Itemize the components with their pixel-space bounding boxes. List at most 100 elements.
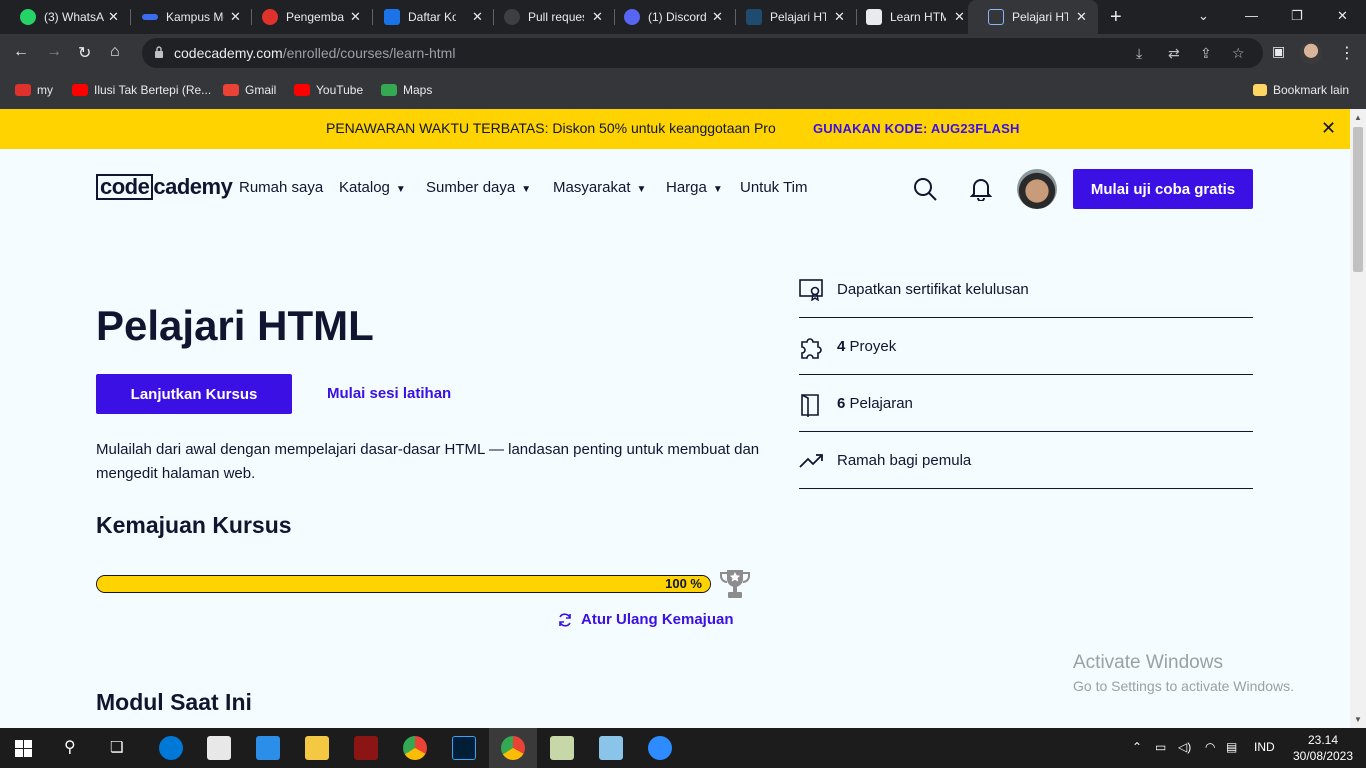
nav-untuk-tim[interactable]: Untuk Tim	[740, 179, 808, 196]
menu-kebab-icon[interactable]: ⋮	[1339, 43, 1355, 63]
windows-start-icon[interactable]	[15, 740, 32, 757]
bell-icon[interactable]	[970, 177, 992, 201]
tab-pull-requests[interactable]: Pull requests ✕	[484, 0, 614, 34]
home-icon[interactable]: ⌂	[110, 43, 120, 61]
notification-icon[interactable]: ▤	[1226, 740, 1237, 754]
page-icon	[988, 9, 1004, 25]
task-view-icon[interactable]: ❏	[110, 738, 123, 756]
kampus-merdeka-icon	[142, 14, 158, 20]
course-description: Mulailah dari awal dengan mempelajari da…	[96, 441, 760, 482]
tab-daftar-kode[interactable]: Daftar Kode ✕	[364, 0, 494, 34]
tab-whatsapp[interactable]: (3) WhatsApp ✕	[0, 0, 130, 34]
tray-chevron-icon[interactable]: ⌃	[1132, 740, 1142, 754]
side-panel-icon[interactable]: ▣	[1272, 43, 1285, 60]
tab-kampus-merdeka[interactable]: Kampus Merdeka ✕	[122, 0, 252, 34]
nav-masyarakat[interactable]: Masyarakat ▼	[553, 179, 646, 196]
nav-katalog[interactable]: Katalog ▼	[339, 179, 406, 196]
scroll-up-icon[interactable]: ▲	[1354, 113, 1362, 122]
other-bookmarks[interactable]: Bookmark lain	[1253, 83, 1349, 97]
system-clock[interactable]: 23.14 30/08/2023	[1290, 732, 1356, 764]
wifi-icon[interactable]: ◠	[1205, 740, 1215, 754]
bookmark-youtube[interactable]: YouTube	[294, 83, 363, 97]
close-tab-icon[interactable]: ✕	[1076, 9, 1087, 25]
back-icon[interactable]: ←	[13, 43, 29, 61]
battery-icon[interactable]: ▭	[1155, 740, 1166, 754]
file-explorer-icon[interactable]	[305, 736, 329, 760]
nav-rumah-saya[interactable]: Rumah saya	[239, 179, 323, 196]
nav-harga[interactable]: Harga ▼	[666, 179, 723, 196]
progress-heading: Kemajuan Kursus	[96, 512, 292, 538]
close-tab-icon[interactable]: ✕	[592, 9, 603, 25]
user-avatar[interactable]	[1017, 169, 1057, 209]
vscode-icon[interactable]	[256, 736, 280, 760]
bookmark-my[interactable]: my	[15, 83, 53, 97]
close-promo-icon[interactable]: ✕	[1321, 118, 1336, 139]
page-scrollbar[interactable]: ▲ ▼	[1350, 109, 1366, 728]
close-tab-icon[interactable]: ✕	[472, 9, 483, 25]
bookmark-maps[interactable]: Maps	[381, 83, 432, 97]
scrollbar-thumb[interactable]	[1353, 127, 1363, 272]
bookmark-gmail[interactable]: Gmail	[223, 83, 276, 97]
share-icon[interactable]: ⇪	[1200, 45, 1212, 62]
whatsapp-icon	[20, 9, 36, 25]
flash-icon[interactable]	[354, 736, 378, 760]
tab-title: Pelajari HTML	[1012, 10, 1068, 24]
edge-icon[interactable]	[159, 736, 183, 760]
close-window-button[interactable]: ✕	[1337, 8, 1348, 24]
tab-learn-html[interactable]: Learn HTML ✕	[846, 0, 976, 34]
reset-progress-button[interactable]: Atur Ulang Kemajuan	[557, 611, 734, 628]
close-tab-icon[interactable]: ✕	[834, 9, 845, 25]
forward-icon[interactable]: →	[46, 43, 62, 61]
chrome-icon[interactable]	[403, 736, 427, 760]
url-text: codecademy.com/enrolled/courses/learn-ht…	[174, 45, 456, 61]
caret-down-icon: ▼	[636, 184, 647, 195]
profile-avatar[interactable]	[1300, 42, 1322, 64]
continue-course-button[interactable]: Lanjutkan Kursus	[96, 374, 292, 414]
volume-icon[interactable]: ◁)	[1178, 740, 1191, 754]
tab-pengembangan[interactable]: Pengembangan ✕	[242, 0, 372, 34]
search-icon[interactable]	[913, 177, 937, 201]
close-tab-icon[interactable]: ✕	[230, 9, 241, 25]
search-icon[interactable]: ⚲	[64, 737, 76, 757]
reload-icon[interactable]: ↻	[78, 43, 91, 63]
language-indicator[interactable]: IND	[1254, 740, 1275, 754]
codecademy-logo[interactable]: code cademy	[96, 173, 233, 200]
watermark-subtitle: Go to Settings to activate Windows.	[1073, 678, 1294, 694]
close-tab-icon[interactable]: ✕	[954, 9, 965, 25]
close-tab-icon[interactable]: ✕	[712, 9, 723, 25]
tab-active-pelajari-html[interactable]: Pelajari HTML ✕	[968, 0, 1098, 34]
course-progress-bar: 100 %	[96, 575, 711, 593]
bookmark-star-icon[interactable]: ☆	[1232, 45, 1245, 62]
zoom-icon[interactable]	[648, 736, 672, 760]
minimize-button[interactable]: —	[1245, 8, 1258, 23]
install-app-icon[interactable]: ⤓	[1136, 45, 1142, 62]
scroll-down-icon[interactable]: ▼	[1354, 715, 1362, 724]
nav-sumber-daya[interactable]: Sumber daya ▼	[426, 179, 531, 196]
restore-button[interactable]: ❐	[1291, 8, 1303, 24]
watermark-title: Activate Windows	[1073, 652, 1223, 673]
photoshop-icon[interactable]	[452, 736, 476, 760]
clock-time: 23.14	[1307, 733, 1339, 747]
tab-pelajari-html[interactable]: Pelajari HTML ✕	[726, 0, 856, 34]
lock-icon[interactable]	[154, 46, 164, 58]
start-practice-link[interactable]: Mulai sesi latihan	[327, 385, 451, 402]
tab-title: Daftar Kode	[408, 10, 456, 24]
promo-code[interactable]: GUNAKAN KODE: AUG23FLASH	[813, 121, 1020, 136]
close-tab-icon[interactable]: ✕	[350, 9, 361, 25]
app-icon[interactable]	[599, 736, 623, 760]
trophy-icon	[720, 570, 750, 598]
bookmark-ilusi[interactable]: Ilusi Tak Bertepi (Re...	[72, 83, 211, 97]
store-icon[interactable]	[207, 736, 231, 760]
reset-progress-label: Atur Ulang Kemajuan	[581, 611, 734, 628]
puzzle-icon	[801, 338, 822, 359]
tab-discord[interactable]: (1) Discord ✕	[604, 0, 734, 34]
new-tab-button[interactable]: +	[1110, 6, 1122, 29]
chrome-active-icon[interactable]	[501, 736, 525, 760]
tab-search-chevron-icon[interactable]: ⌄	[1198, 8, 1209, 24]
bookmarks-bar: my Ilusi Tak Bertepi (Re... Gmail YouTub…	[0, 72, 1366, 109]
notepad-icon[interactable]	[550, 736, 574, 760]
close-tab-icon[interactable]: ✕	[108, 9, 119, 25]
translate-icon[interactable]: ⇄	[1168, 45, 1180, 62]
start-free-trial-button[interactable]: Mulai uji coba gratis	[1073, 169, 1253, 209]
address-bar[interactable]: codecademy.com/enrolled/courses/learn-ht…	[142, 38, 1263, 68]
